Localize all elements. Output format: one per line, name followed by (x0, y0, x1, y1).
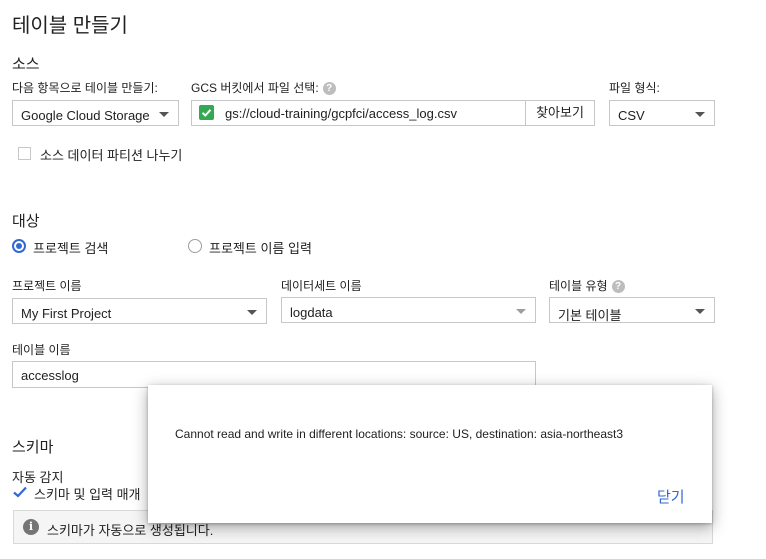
radio-enter-label: 프로젝트 이름 입력 (209, 241, 312, 256)
schema-heading: 스키마 (12, 439, 54, 456)
create-from-select[interactable]: Google Cloud Storage (12, 100, 179, 126)
help-icon[interactable]: ? (611, 280, 625, 294)
create-from-label: 다음 항목으로 테이블 만들기: (12, 81, 158, 95)
project-label: 프로젝트 이름 (12, 279, 82, 293)
error-dialog: Cannot read and write in different locat… (148, 385, 712, 523)
chevron-down-icon (516, 309, 526, 314)
page-title: 테이블 만들기 (12, 15, 128, 37)
dataset-value: logdata (290, 305, 333, 320)
dialog-message: Cannot read and write in different locat… (175, 427, 624, 441)
gcs-path-input[interactable]: gs://cloud-training/gcpfci/access_log.cs… (191, 100, 526, 126)
format-select[interactable]: CSV (609, 100, 715, 126)
gcs-label-text: GCS 버킷에서 파일 선택: (191, 81, 319, 95)
table-name-input[interactable]: accesslog (12, 361, 536, 388)
radio-search-label: 프로젝트 검색 (33, 241, 109, 256)
checkmark-icon (199, 105, 214, 120)
schema-checkbox-label: 스키마 및 입력 매개 (34, 487, 141, 502)
browse-button[interactable]: 찾아보기 (525, 100, 595, 126)
chevron-down-icon (159, 112, 169, 117)
schema-auto-checkbox[interactable] (12, 484, 28, 500)
gcs-path-value: gs://cloud-training/gcpfci/access_log.cs… (225, 106, 457, 121)
format-value: CSV (618, 108, 645, 123)
dialog-close-button[interactable]: 닫기 (657, 486, 685, 507)
radio-search-project[interactable] (12, 239, 26, 253)
table-type-select[interactable]: 기본 테이블 (549, 297, 715, 323)
help-icon[interactable]: ? (322, 82, 336, 96)
project-value: My First Project (21, 306, 112, 321)
destination-heading: 대상 (12, 213, 40, 230)
checkmark-icon (13, 486, 27, 498)
create-from-value: Google Cloud Storage (21, 108, 150, 123)
dataset-label: 데이터세트 이름 (281, 279, 362, 293)
source-heading: 소스 (12, 56, 40, 73)
project-select[interactable]: My First Project (12, 298, 267, 324)
dataset-select[interactable]: logdata (281, 297, 536, 323)
info-icon: i (23, 519, 39, 535)
partition-checkbox[interactable] (18, 147, 31, 160)
radio-enter-project[interactable] (188, 239, 202, 253)
table-type-label: 테이블 유형? (549, 277, 625, 294)
format-label: 파일 형식: (609, 81, 660, 95)
table-name-label: 테이블 이름 (12, 343, 71, 357)
chevron-down-icon (247, 310, 257, 315)
table-type-value: 기본 테이블 (558, 308, 622, 323)
gcs-label: GCS 버킷에서 파일 선택:? (191, 79, 336, 96)
chevron-down-icon (695, 309, 705, 314)
partition-label: 소스 데이터 파티션 나누기 (40, 148, 183, 163)
chevron-down-icon (695, 112, 705, 117)
table-type-label-text: 테이블 유형 (549, 279, 608, 293)
table-name-value: accesslog (21, 368, 79, 383)
